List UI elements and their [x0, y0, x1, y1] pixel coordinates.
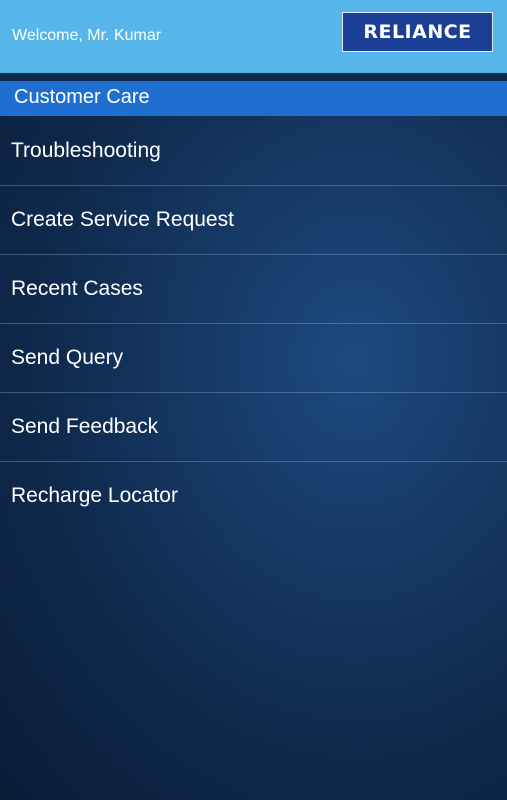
section-header: Customer Care: [0, 81, 507, 116]
section-title: Customer Care: [14, 86, 150, 108]
menu-item-troubleshooting[interactable]: Troubleshooting: [0, 117, 507, 186]
header-divider: [0, 73, 507, 81]
header: Welcome, Mr. Kumar RELIANCE: [0, 0, 507, 73]
menu-item-send-query[interactable]: Send Query: [0, 324, 507, 393]
menu-item-label: Troubleshooting: [11, 139, 161, 162]
menu-item-label: Send Query: [11, 346, 124, 369]
logo-text: RELIANCE: [363, 21, 472, 43]
reliance-logo: RELIANCE: [342, 12, 493, 52]
welcome-text: Welcome, Mr. Kumar: [12, 27, 162, 44]
menu-item-label: Create Service Request: [11, 208, 234, 231]
menu-item-label: Send Feedback: [11, 415, 159, 438]
menu-item-recharge-locator[interactable]: Recharge Locator: [0, 462, 507, 530]
menu-list: Troubleshooting Create Service Request R…: [0, 117, 507, 530]
app-screen: Welcome, Mr. Kumar RELIANCE Customer Car…: [0, 0, 507, 800]
menu-item-label: Recharge Locator: [11, 484, 178, 507]
menu-item-recent-cases[interactable]: Recent Cases: [0, 255, 507, 324]
menu-item-send-feedback[interactable]: Send Feedback: [0, 393, 507, 462]
menu-item-create-service-request[interactable]: Create Service Request: [0, 186, 507, 255]
menu-item-label: Recent Cases: [11, 277, 143, 300]
